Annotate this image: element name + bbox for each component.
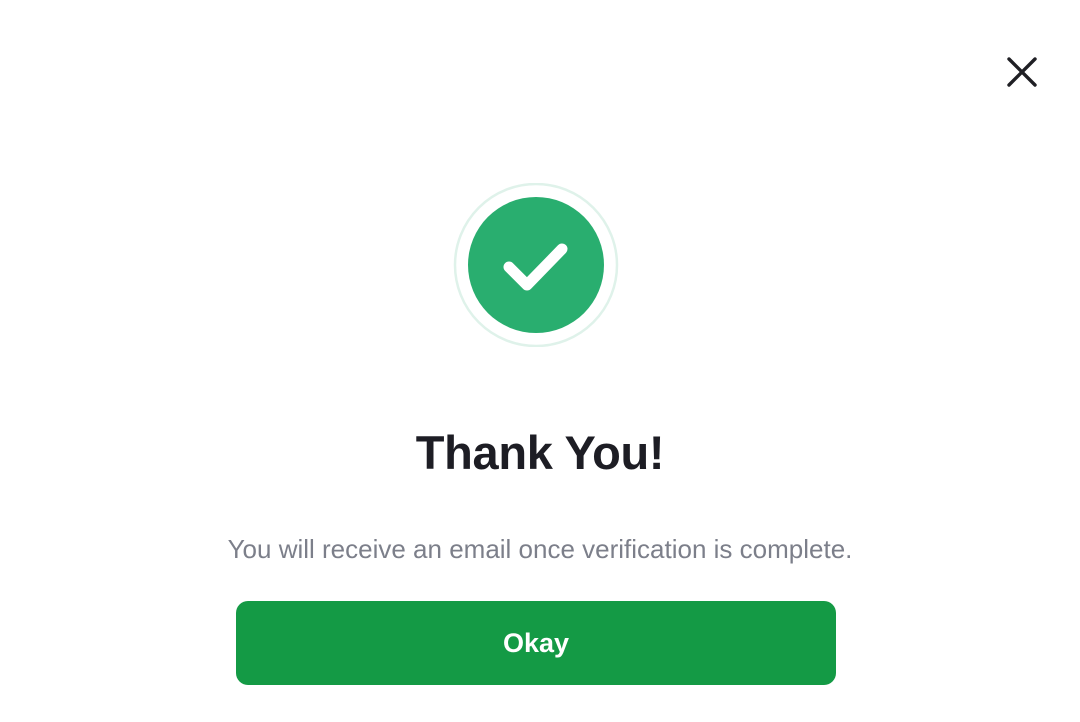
close-icon xyxy=(1007,57,1037,87)
dialog-title: Thank You! xyxy=(415,426,665,479)
dialog-message: You will receive an email once verificat… xyxy=(227,534,853,564)
success-badge xyxy=(453,183,619,347)
thank-you-dialog: Thank You! You will receive an email onc… xyxy=(0,0,1080,722)
checkmark-icon xyxy=(453,183,619,347)
okay-button[interactable]: Okay xyxy=(236,601,836,685)
close-button[interactable] xyxy=(1000,50,1044,94)
